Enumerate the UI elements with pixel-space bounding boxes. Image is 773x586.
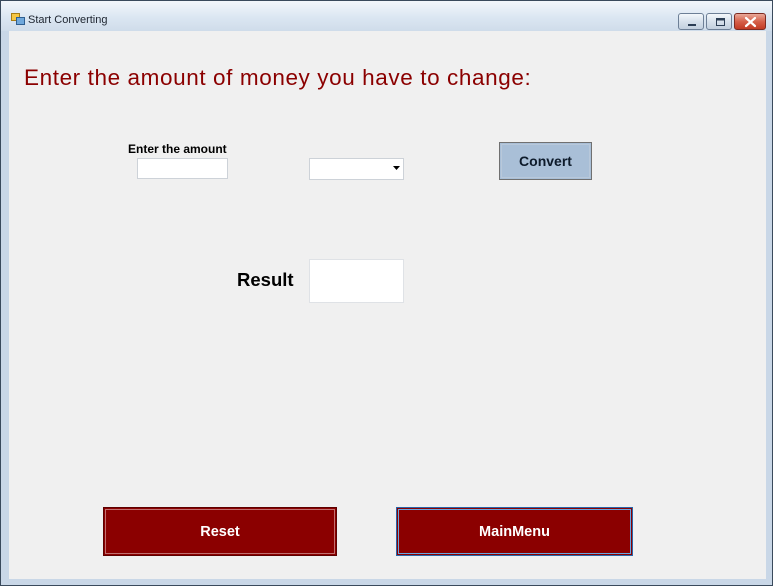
amount-input[interactable] — [137, 158, 228, 179]
minimize-button[interactable] — [678, 13, 704, 30]
close-icon — [744, 16, 757, 28]
chevron-down-icon[interactable] — [393, 166, 400, 170]
close-button[interactable] — [734, 13, 766, 30]
main-menu-button[interactable]: MainMenu — [396, 507, 633, 556]
form-client-area: Enter the amount of money you have to ch… — [9, 31, 766, 579]
result-label: Result — [237, 269, 294, 290]
title-bar[interactable]: Start Converting — [1, 1, 772, 31]
convert-button[interactable]: Convert — [499, 142, 592, 180]
page-heading: Enter the amount of money you have to ch… — [24, 65, 532, 90]
maximize-button[interactable] — [706, 13, 732, 30]
maximize-icon — [716, 18, 725, 26]
app-window: Start Converting Enter the amount of mon… — [0, 0, 773, 586]
result-field — [309, 259, 404, 303]
app-window-icon — [11, 13, 25, 25]
amount-label: Enter the amount — [128, 142, 227, 156]
minimize-icon — [688, 24, 696, 26]
reset-button[interactable]: Reset — [103, 507, 337, 556]
window-title: Start Converting — [28, 14, 108, 26]
currency-dropdown[interactable] — [309, 158, 404, 180]
